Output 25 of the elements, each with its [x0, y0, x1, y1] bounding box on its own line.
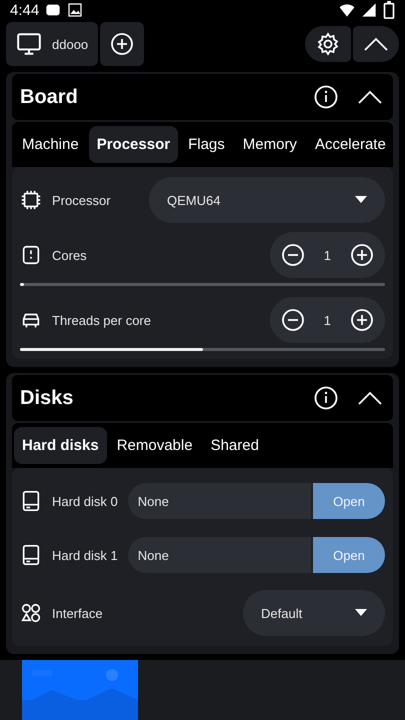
path-field[interactable]: None: [128, 537, 311, 573]
field-label: Processor: [52, 192, 111, 208]
stepper-value: 1: [324, 312, 331, 328]
processor-dropdown[interactable]: QEMU64: [149, 177, 385, 223]
path-field[interactable]: None: [128, 483, 311, 519]
status-time: 4:44: [10, 2, 40, 18]
tab[interactable]: Processor: [88, 126, 178, 163]
section-title: Board: [20, 86, 79, 108]
field-label: Cores: [52, 248, 87, 262]
field-label: Interface: [52, 606, 104, 620]
interface-dropdown[interactable]: Default: [243, 590, 385, 636]
tab[interactable]: Accelerate: [306, 126, 393, 163]
field-label: Threads per core: [52, 312, 151, 328]
machine-chip[interactable]: ddooo: [6, 22, 98, 66]
tab[interactable]: Machine: [14, 126, 87, 163]
field-label: Hard disk 0: [52, 494, 118, 508]
tab[interactable]: Shared: [202, 427, 267, 464]
tab[interactable]: Flags: [180, 126, 233, 163]
field-label: Hard disk 1: [52, 548, 118, 562]
machine-name: ddooo: [52, 36, 88, 52]
stepper-value: 1: [324, 248, 331, 262]
tab[interactable]: Hard disks: [14, 427, 107, 464]
tab[interactable]: Memory: [234, 126, 305, 163]
tab[interactable]: Removable: [108, 427, 201, 464]
section-title: Disks: [20, 386, 74, 410]
